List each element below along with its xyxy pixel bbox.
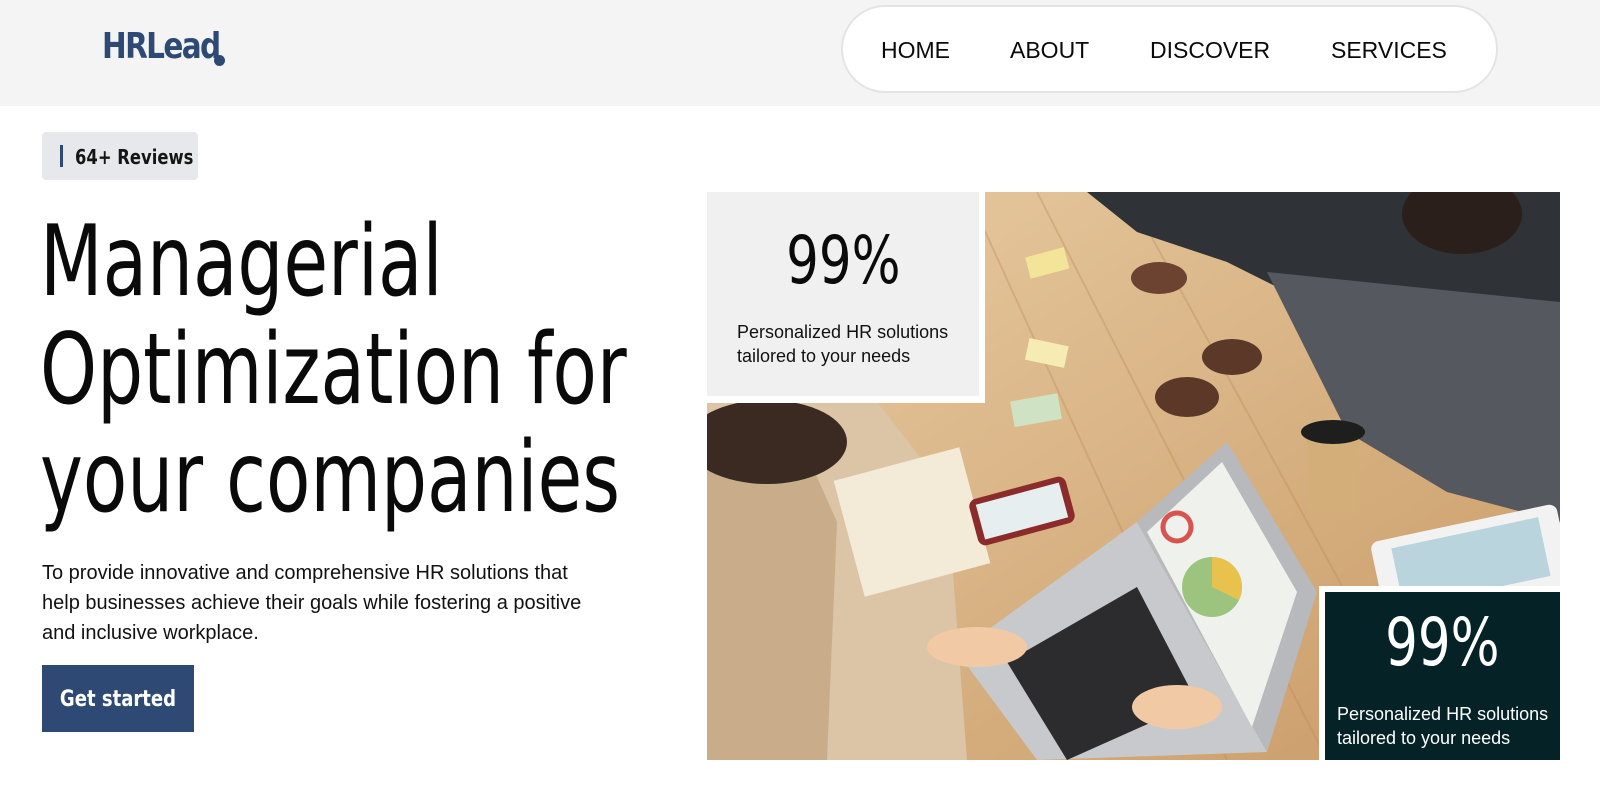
reviews-badge: 64+ Reviews [42,132,198,180]
get-started-label: Get started [59,687,177,712]
stat-value-1-text: 99% [785,222,901,299]
stat-card-dark: 99% Personalized HR solutions tailored t… [1319,586,1560,760]
stat-label-1: Personalized HR solutions tailored to yo… [737,322,949,366]
nav-home[interactable]: HOME [881,37,950,64]
stat-card-light: 99% Personalized HR solutions tailored t… [707,192,985,403]
nav-services[interactable]: SERVICES [1331,37,1447,64]
main-nav: HOME ABOUT DISCOVER SERVICES [841,5,1498,93]
reviews-count: 64+ Reviews [75,145,194,169]
stat-card-light-inner: 99% Personalized HR solutions tailored t… [707,192,979,396]
brand-logo[interactable]: HRLead [102,26,221,67]
stat-value-2: 99% [1325,604,1560,681]
nav-about[interactable]: ABOUT [1010,37,1089,64]
hero-description: To provide innovative and comprehensive … [42,562,582,644]
hero-headline: Managerial Optimization for your compani… [40,208,680,532]
stat-label-2: Personalized HR solutions tailored to yo… [1337,704,1549,748]
site-header: HRLead HOME ABOUT DISCOVER SERVICES [0,0,1600,106]
stat-value-2-text: 99% [1385,604,1500,681]
stat-value-1: 99% [707,222,979,299]
stat-card-dark-inner: 99% Personalized HR solutions tailored t… [1325,592,1560,760]
headline-line-2: Optimization for [40,313,627,427]
headline-line-3: your companies [40,421,620,535]
nav-discover[interactable]: DISCOVER [1150,37,1270,64]
headline-line-1: Managerial [40,205,443,319]
badge-accent-bar [60,145,63,167]
logo-dot-icon [214,55,225,66]
get-started-button[interactable]: Get started [42,665,194,732]
